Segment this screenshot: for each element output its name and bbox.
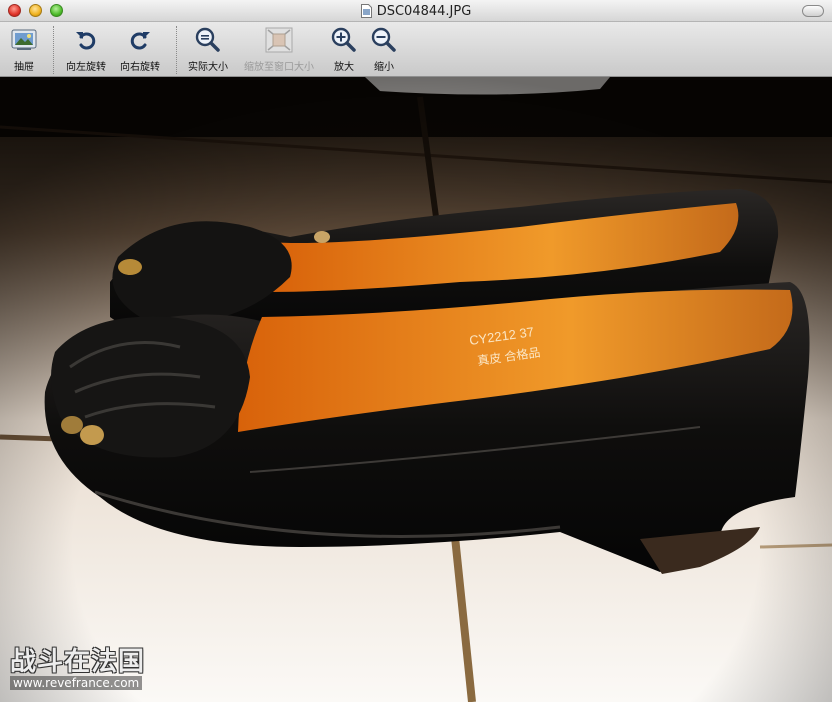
zoom-to-fit-label: 缩放至窗口大小 — [244, 62, 314, 73]
zoom-in-label: 放大 — [334, 62, 354, 73]
zoom-in-icon — [330, 26, 358, 54]
photo-shoes: CY2212 37 真皮 合格品 — [0, 77, 832, 702]
drawer-button[interactable]: 抽屉 — [4, 26, 44, 74]
drawer-icon — [10, 26, 38, 54]
zoom-out-icon — [370, 26, 398, 54]
zoom-to-fit-icon — [265, 26, 293, 54]
actual-size-button[interactable]: 实际大小 — [182, 26, 234, 74]
watermark: 战斗在法国 www.revefrance.com — [10, 648, 145, 690]
window-title: DSC04844.JPG — [376, 3, 472, 19]
image-viewer[interactable]: CY2212 37 真皮 合格品 战斗在法国 www.revefrance.co… — [0, 77, 832, 702]
rotate-left-icon — [72, 26, 100, 54]
toolbar: 抽屉 向左旋转 向右旋转 实际大小 缩放至窗口大小 放大 缩小 — [0, 22, 832, 77]
rotate-right-icon — [126, 26, 154, 54]
toolbar-toggle-button[interactable] — [802, 5, 824, 17]
toolbar-separator — [53, 26, 54, 74]
zoom-to-fit-button[interactable]: 缩放至窗口大小 — [238, 26, 320, 74]
actual-size-icon — [194, 26, 222, 54]
title-bar[interactable]: DSC04844.JPG — [0, 0, 832, 22]
watermark-url: www.revefrance.com — [10, 676, 143, 690]
toolbar-separator — [176, 26, 177, 74]
drawer-label: 抽屉 — [14, 62, 34, 73]
rotate-left-button[interactable]: 向左旋转 — [60, 26, 112, 74]
rotate-left-label: 向左旋转 — [66, 62, 106, 73]
zoom-out-label: 缩小 — [374, 62, 394, 73]
jpeg-document-icon — [360, 4, 372, 18]
rotate-right-label: 向右旋转 — [120, 62, 160, 73]
actual-size-label: 实际大小 — [188, 62, 228, 73]
preview-window: DSC04844.JPG 抽屉 向左旋转 向右旋转 实际大小 缩放至窗口大小 放… — [0, 0, 832, 702]
zoom-out-button[interactable]: 缩小 — [366, 26, 402, 74]
zoom-in-button[interactable]: 放大 — [326, 26, 362, 74]
rotate-right-button[interactable]: 向右旋转 — [114, 26, 166, 74]
window-title-area: DSC04844.JPG — [0, 0, 832, 22]
watermark-title: 战斗在法国 — [10, 647, 146, 677]
